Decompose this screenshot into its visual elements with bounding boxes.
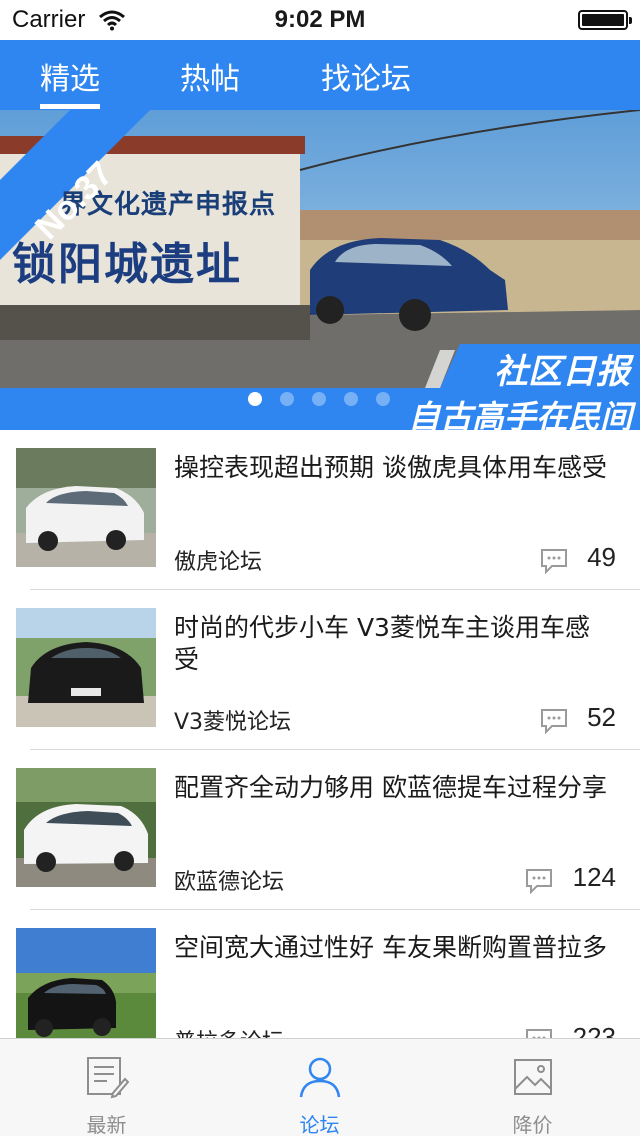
tab-hot-posts[interactable]: 热帖 bbox=[180, 54, 240, 98]
forum-name[interactable]: 普拉多论坛 bbox=[174, 1024, 284, 1038]
battery-icon bbox=[578, 10, 632, 30]
forum-name[interactable]: 欧蓝德论坛 bbox=[174, 864, 284, 896]
white-suv-photo bbox=[16, 448, 156, 567]
image-icon bbox=[513, 1059, 552, 1095]
tab-price-drop-label: 降价 bbox=[512, 1113, 553, 1136]
comment-count: 124 bbox=[572, 862, 616, 892]
status-time: 9:02 PM bbox=[274, 6, 366, 33]
list-item[interactable]: 空间宽大通过性好 车友果断购置普拉多 普拉多论坛 223 bbox=[0, 910, 640, 1038]
banner-slogan: 自古高手在民间 bbox=[407, 398, 632, 430]
comment-count: 49 bbox=[587, 542, 616, 572]
comment-count: 52 bbox=[587, 702, 616, 732]
article-list: 操控表现超出预期 谈傲虎具体用车感受 傲虎论坛 49 时尚的代步小车 V3菱悦车… bbox=[0, 430, 640, 1038]
black-sedan-photo bbox=[16, 608, 156, 727]
tab-latest-label: 最新 bbox=[86, 1113, 127, 1136]
article-title: 操控表现超出预期 谈傲虎具体用车感受 bbox=[174, 453, 607, 482]
article-title: 空间宽大通过性好 车友果断购置普拉多 bbox=[174, 933, 607, 962]
tab-forum-label: 论坛 bbox=[299, 1113, 340, 1136]
carousel-dot[interactable] bbox=[344, 392, 358, 406]
top-tab-bar: 精选 热帖 找论坛 bbox=[0, 40, 640, 110]
list-item[interactable]: 操控表现超出预期 谈傲虎具体用车感受 傲虎论坛 49 bbox=[0, 430, 640, 590]
comment-icon bbox=[526, 1029, 552, 1038]
comment-icon bbox=[541, 549, 567, 574]
tab-featured[interactable]: 精选 bbox=[40, 54, 100, 98]
white-suv-photo bbox=[16, 768, 156, 887]
tab-price-drop[interactable]: 降价 bbox=[426, 1039, 639, 1136]
bottom-tab-bar: 最新 论坛 降价 bbox=[0, 1038, 640, 1136]
forum-name[interactable]: V3菱悦论坛 bbox=[174, 704, 291, 736]
news-list-icon bbox=[86, 1057, 129, 1099]
tab-find-forum[interactable]: 找论坛 bbox=[321, 54, 411, 98]
comment-count: 223 bbox=[572, 1022, 616, 1038]
tab-latest[interactable]: 最新 bbox=[0, 1039, 213, 1136]
forum-name[interactable]: 傲虎论坛 bbox=[174, 544, 262, 576]
carousel-dot[interactable] bbox=[312, 392, 326, 406]
banner-daily-title: 社区日报 bbox=[494, 352, 630, 392]
article-title: 配置齐全动力够用 欧蓝德提车过程分享 bbox=[174, 773, 607, 802]
carousel-dot[interactable] bbox=[280, 392, 294, 406]
person-icon bbox=[299, 1057, 340, 1098]
banner-carousel[interactable]: 界文化遗产申报点 锁阳城遗址 No.37 社区日报 自古高手在民间 bbox=[0, 110, 640, 430]
status-bar: Carrier 9:02 PM bbox=[0, 0, 640, 40]
black-suv-grassland-photo bbox=[16, 928, 156, 1038]
carousel-dot[interactable] bbox=[248, 392, 262, 406]
active-tab-indicator bbox=[40, 104, 100, 109]
carousel-dot[interactable] bbox=[376, 392, 390, 406]
list-item[interactable]: 时尚的代步小车 V3菱悦车主谈用车感受 V3菱悦论坛 52 bbox=[0, 590, 640, 750]
article-title: 时尚的代步小车 V3菱悦车主谈用车感受 bbox=[174, 613, 590, 674]
comment-icon bbox=[541, 709, 567, 734]
list-item[interactable]: 配置齐全动力够用 欧蓝德提车过程分享 欧蓝德论坛 124 bbox=[0, 750, 640, 910]
comment-icon bbox=[526, 869, 552, 894]
tab-forum[interactable]: 论坛 bbox=[213, 1039, 426, 1136]
